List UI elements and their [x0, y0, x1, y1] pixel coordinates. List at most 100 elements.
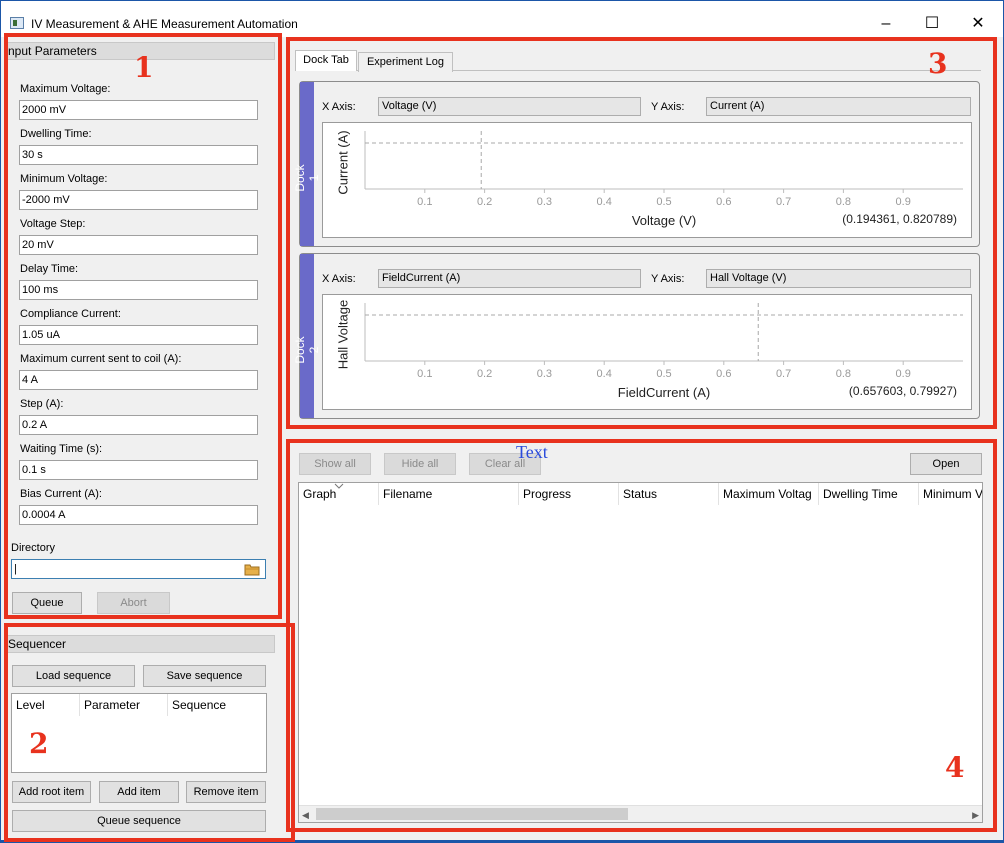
column-header-status[interactable]: Status [619, 483, 719, 505]
close-icon[interactable]: ✕ [963, 12, 993, 36]
x-tick-label: 0.6 [716, 368, 731, 380]
x-tick-label: 0.1 [417, 368, 432, 380]
queue-button[interactable]: Queue [12, 592, 82, 614]
column-header-parameter[interactable]: Parameter [80, 694, 168, 716]
load-sequence-button[interactable]: Load sequence [12, 665, 135, 687]
sort-indicator-icon [334, 483, 344, 489]
x-tick-label: 0.3 [537, 368, 552, 380]
plot-y-label: Hall Voltage [335, 299, 351, 370]
x-tick-label: 0.4 [597, 368, 612, 380]
scroll-right-icon[interactable]: ▶ [972, 810, 979, 821]
annotation-label-3: 3 [928, 47, 948, 80]
dock-panel-2[interactable]: Dock 2 X Axis: FieldCurrent (A) Y Axis: Hall… [293, 253, 980, 419]
field-label: Voltage Step: [20, 218, 86, 230]
x-tick-label: 0.9 [896, 196, 911, 208]
plot-area[interactable]: 0.1 0.2 0.3 0.4 0.5 0.6 0.7 0.8 0.9 Hall Voltage F… [322, 294, 972, 410]
scrollbar-thumb[interactable] [316, 808, 628, 820]
cursor-coordinates: (0.194361, 0.820789) [842, 212, 957, 226]
annotation-text: Text [516, 442, 548, 462]
column-header-maximum-voltage[interactable]: Maximum Voltag [719, 483, 819, 505]
y-axis-select[interactable]: Current (A) [706, 97, 971, 116]
column-header-filename[interactable]: Filename [379, 483, 519, 505]
dock-title: Dock 1 [293, 164, 321, 192]
field-label: Waiting Time (s): [20, 443, 103, 455]
dock-title-strip[interactable]: Dock 2 [293, 254, 321, 418]
x-tick-label: 0.7 [776, 368, 791, 380]
x-axis-label: X Axis: [322, 273, 356, 285]
title-bar[interactable]: IV Measurement & AHE Measurement Automat… [1, 1, 1003, 37]
field-input[interactable]: 1.05 uA [19, 325, 258, 345]
tab-dock-tab[interactable]: Dock Tab [295, 50, 357, 71]
scroll-left-icon[interactable]: ◀ [302, 810, 309, 821]
folder-icon[interactable] [244, 562, 260, 576]
field-input[interactable]: 0.0004 A [19, 505, 258, 525]
abort-button[interactable]: Abort [97, 592, 170, 614]
x-axis-label: X Axis: [322, 101, 356, 113]
queue-sequence-button[interactable]: Queue sequence [12, 810, 266, 832]
save-sequence-button[interactable]: Save sequence [143, 665, 266, 687]
field-input[interactable]: 0.1 s [19, 460, 258, 480]
queue-table[interactable]: Graph Filename Progress Status Maximum Volta… [298, 482, 983, 823]
x-tick-label: 0.1 [417, 196, 432, 208]
x-tick-label: 0.2 [477, 368, 492, 380]
annotation-label-2: 2 [29, 727, 49, 760]
sequencer-title: Sequencer [5, 635, 275, 653]
field-label: Delay Time: [20, 263, 79, 275]
annotation-label-1: 1 [134, 51, 154, 84]
x-tick-label: 0.5 [656, 196, 671, 208]
column-header-dwelling-time[interactable]: Dwelling Time [819, 483, 919, 505]
field-label: Maximum current sent to coil (A): [20, 353, 182, 365]
y-axis-label: Y Axis: [651, 101, 685, 113]
field-input[interactable]: 100 ms [19, 280, 258, 300]
column-header-minimum-voltage[interactable]: Minimum V [919, 483, 982, 505]
field-input[interactable]: -2000 mV [19, 190, 258, 210]
field-label: Minimum Voltage: [20, 173, 108, 185]
open-button[interactable]: Open [910, 453, 982, 475]
field-label: Bias Current (A): [20, 488, 102, 500]
y-axis-label: Y Axis: [651, 273, 685, 285]
plot-area[interactable]: 0.1 0.2 0.3 0.4 0.5 0.6 0.7 0.8 0.9 Current (A) Vo… [322, 122, 972, 238]
x-tick-label: 0.6 [716, 196, 731, 208]
field-label: Compliance Current: [20, 308, 121, 320]
show-all-button[interactable]: Show all [299, 453, 371, 475]
remove-item-button[interactable]: Remove item [186, 781, 266, 803]
maximize-icon[interactable]: ☐ [917, 12, 947, 36]
column-header-sequence[interactable]: Sequence [168, 694, 266, 716]
dock-title: Dock 2 [293, 336, 321, 364]
x-axis-select[interactable]: Voltage (V) [378, 97, 641, 116]
field-input[interactable]: 20 mV [19, 235, 258, 255]
dock-panel-1[interactable]: Dock 1 X Axis: Voltage (V) Y Axis: Current (… [293, 81, 980, 247]
app-icon [10, 17, 24, 29]
dock-title-strip[interactable]: Dock 1 [293, 82, 321, 246]
column-header-level[interactable]: Level [12, 694, 80, 716]
x-tick-label: 0.3 [537, 196, 552, 208]
x-tick-label: 0.5 [656, 368, 671, 380]
field-input[interactable]: 0.2 A [19, 415, 258, 435]
field-input[interactable]: 2000 mV [19, 100, 258, 120]
field-input[interactable]: 4 A [19, 370, 258, 390]
horizontal-scrollbar[interactable]: ◀ ▶ [299, 805, 982, 822]
window-title: IV Measurement & AHE Measurement Automat… [31, 17, 298, 31]
add-item-button[interactable]: Add item [99, 781, 179, 803]
field-label: Dwelling Time: [20, 128, 92, 140]
x-axis-select[interactable]: FieldCurrent (A) [378, 269, 641, 288]
plot-y-label: Current (A) [335, 130, 351, 195]
queue-table-header: Graph Filename Progress Status Maximum Volta… [299, 483, 982, 505]
x-tick-label: 0.7 [776, 196, 791, 208]
cursor-coordinates: (0.657603, 0.79927) [848, 384, 957, 398]
x-tick-label: 0.9 [896, 368, 911, 380]
x-tick-label: 0.8 [836, 368, 851, 380]
column-header-progress[interactable]: Progress [519, 483, 619, 505]
hide-all-button[interactable]: Hide all [384, 453, 456, 475]
tab-experiment-log[interactable]: Experiment Log [358, 52, 453, 72]
x-tick-label: 0.8 [836, 196, 851, 208]
sequence-tree[interactable]: Level Parameter Sequence [11, 693, 267, 773]
field-label: Maximum Voltage: [20, 83, 111, 95]
add-root-item-button[interactable]: Add root item [12, 781, 91, 803]
directory-input[interactable]: | [11, 559, 266, 579]
field-input[interactable]: 30 s [19, 145, 258, 165]
y-axis-select[interactable]: Hall Voltage (V) [706, 269, 971, 288]
x-tick-label: 0.4 [597, 196, 612, 208]
minimize-icon[interactable]: – [871, 12, 901, 36]
annotation-label-4: 4 [945, 751, 965, 784]
